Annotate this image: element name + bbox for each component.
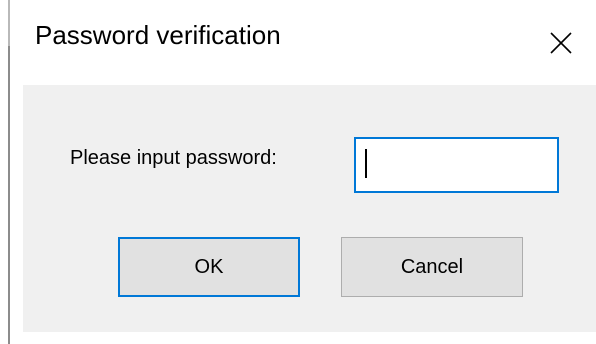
- password-dialog: Password verification Please input passw…: [23, 0, 596, 332]
- background-window-edge: [0, 0, 13, 344]
- screen: Password verification Please input passw…: [0, 0, 596, 344]
- ok-button[interactable]: OK: [118, 237, 300, 297]
- close-icon: [550, 31, 572, 54]
- password-prompt-label: Please input password:: [70, 147, 277, 169]
- close-button[interactable]: [526, 0, 596, 85]
- dialog-bottom-edge: [23, 332, 596, 344]
- password-input[interactable]: [354, 137, 559, 193]
- dialog-title: Password verification: [35, 20, 281, 50]
- text-cursor: [365, 149, 367, 178]
- cancel-button[interactable]: Cancel: [341, 237, 523, 297]
- title-bar[interactable]: Password verification: [23, 0, 596, 85]
